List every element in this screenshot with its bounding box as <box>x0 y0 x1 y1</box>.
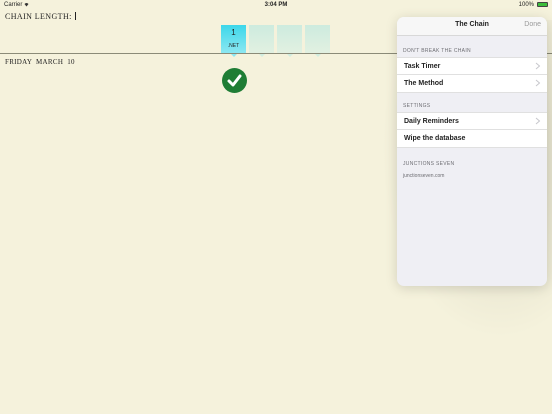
section-header-junctions: JUNCTIONS SEVEN <box>403 161 455 167</box>
wipe-database-row[interactable]: Wipe the database <box>397 130 547 148</box>
row-label: Task Timer <box>404 63 441 70</box>
checkmark-button[interactable] <box>222 68 247 93</box>
battery-percent: 100% <box>518 2 534 8</box>
chevron-right-icon <box>535 62 541 70</box>
chain-day-tile-empty[interactable] <box>305 25 330 53</box>
the-method-row[interactable]: The Method <box>397 75 547 93</box>
tile-day-number: 1 <box>231 28 236 37</box>
status-bar: Carrier 3:04 PM 100% <box>0 0 552 10</box>
section-header-settings: SETTINGS <box>403 103 431 109</box>
website-link[interactable]: junctionseven.com <box>403 173 444 179</box>
chevron-right-icon <box>535 79 541 87</box>
row-label: Wipe the database <box>404 135 466 142</box>
chevron-right-icon <box>535 117 541 125</box>
chain-day-tile-empty[interactable] <box>277 25 302 53</box>
task-timer-row[interactable]: Task Timer <box>397 57 547 75</box>
battery-fill <box>538 3 547 6</box>
row-label: Daily Reminders <box>404 118 459 125</box>
chain-length: CHAIN LENGTH: <box>5 12 76 21</box>
status-time: 3:04 PM <box>264 2 288 8</box>
battery-icon <box>537 2 548 7</box>
section-header-chain: DON'T BREAK THE CHAIN <box>403 48 471 54</box>
chain-day-tile-empty[interactable] <box>249 25 274 53</box>
daily-reminders-row[interactable]: Daily Reminders <box>397 112 547 130</box>
date-weekday: FRIDAY <box>5 58 32 66</box>
row-label: The Method <box>404 80 444 87</box>
current-date: FRIDAY MARCH 10 <box>5 58 75 66</box>
settings-panel: The Chain Done DON'T BREAK THE CHAIN Tas… <box>397 17 547 286</box>
panel-header: The Chain Done <box>397 17 547 36</box>
checkmark-icon <box>227 74 242 87</box>
text-cursor <box>74 12 76 20</box>
tile-task-label: .NET <box>227 43 240 49</box>
done-button[interactable]: Done <box>524 21 541 28</box>
date-month-day: MARCH 10 <box>36 58 75 66</box>
chain-length-label: CHAIN LENGTH: <box>5 12 72 21</box>
chain-day-tile-active[interactable]: 1 .NET <box>221 25 246 53</box>
